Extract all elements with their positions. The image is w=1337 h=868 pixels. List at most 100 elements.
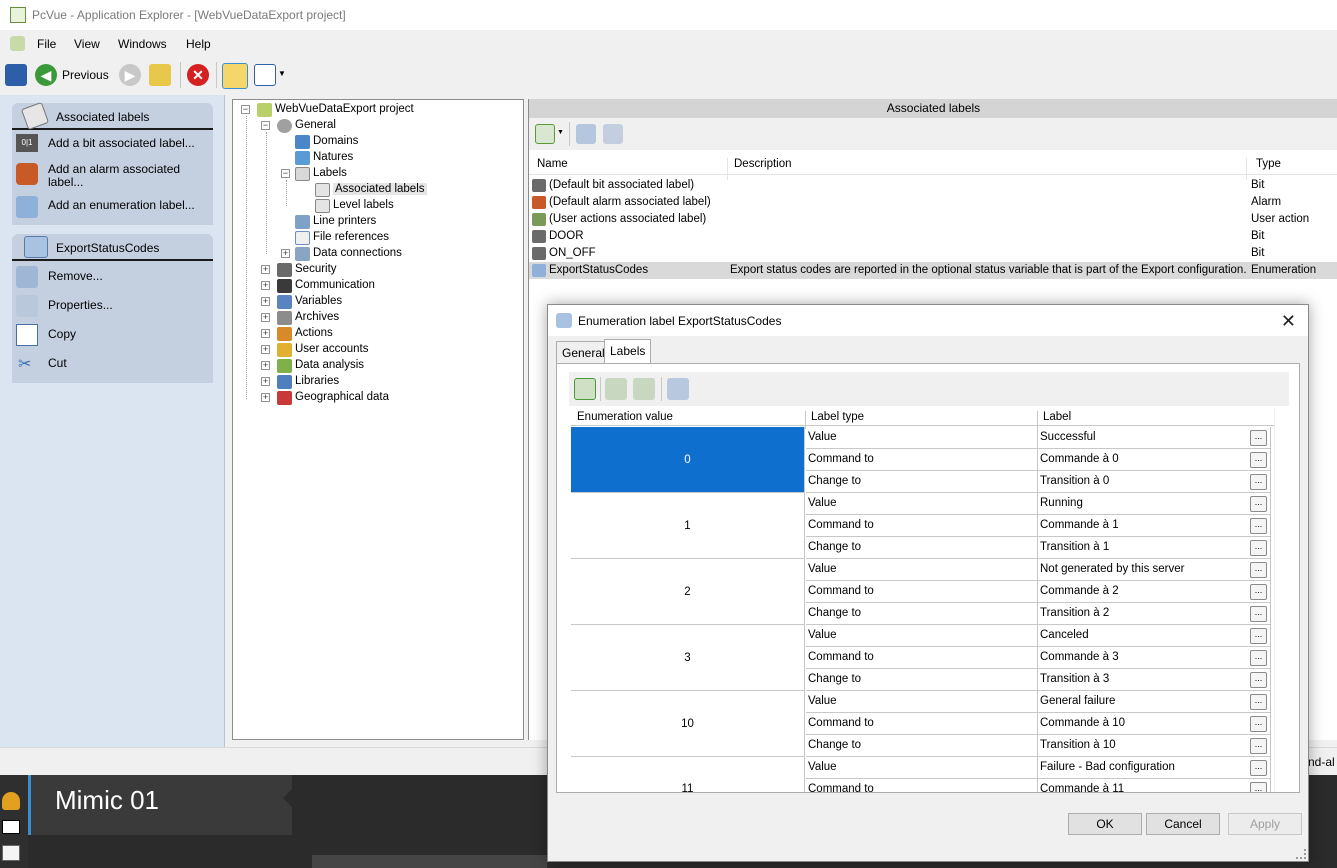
list-row-selected[interactable]: ExportStatusCodes Export status codes ar… [529,262,1337,279]
label-type-cell[interactable]: Value [806,559,1038,581]
add-label-icon[interactable] [535,124,555,144]
add-alarm-label-action[interactable]: Add an alarm associated label... [14,163,210,189]
ellipsis-button[interactable]: ... [1250,672,1267,688]
label-cell[interactable]: Commande à 2... [1038,581,1271,603]
label-cell[interactable]: Transition à 0... [1038,471,1271,493]
back-arrow-icon[interactable]: ◀ [35,64,57,86]
ellipsis-button[interactable]: ... [1250,782,1267,792]
ellipsis-button[interactable]: ... [1250,430,1267,446]
ellipsis-button[interactable]: ... [1250,540,1267,556]
mimic-tab[interactable]: Mimic 01 [28,775,292,835]
label-cell[interactable]: Commande à 3... [1038,647,1271,669]
expand-toggle[interactable]: + [261,329,270,338]
label-type-cell[interactable]: Value [806,691,1038,713]
action-group-1-header[interactable]: Associated labels [12,101,213,131]
label-cell[interactable]: Failure - Bad configuration... [1038,757,1271,779]
forward-arrow-icon[interactable]: ▶ [119,64,141,86]
ellipsis-button[interactable]: ... [1250,562,1267,578]
label-type-cell[interactable]: Value [806,427,1038,449]
ellipsis-button[interactable]: ... [1250,716,1267,732]
column-description[interactable]: Description [734,158,792,170]
label-type-cell[interactable]: Change to [806,735,1038,757]
view-mode-dropdown-icon[interactable]: ▼ [278,69,286,78]
add-enumeration-label-action[interactable]: Add an enumeration label... [14,196,210,218]
tab-labels[interactable]: Labels [604,339,652,365]
folders-icon[interactable] [222,63,248,89]
expand-toggle[interactable]: + [261,297,270,306]
enumeration-value-cell[interactable]: 2 [571,559,805,625]
label-type-cell[interactable]: Command to [806,449,1038,471]
label-type-cell[interactable]: Change to [806,669,1038,691]
label-cell[interactable]: Transition à 1... [1038,537,1271,559]
label-cell[interactable]: General failure... [1038,691,1271,713]
ellipsis-button[interactable]: ... [1250,694,1267,710]
properties-action[interactable]: Properties... [14,295,210,317]
move-up-icon[interactable] [605,378,627,400]
column-name[interactable]: Name [537,158,568,170]
save-icon[interactable] [5,64,27,86]
apply-button[interactable]: Apply [1228,813,1302,835]
grid-vertical-scrollbar[interactable]: ▲ ▼ [1274,408,1275,792]
menu-file[interactable]: File [37,37,56,51]
grid-column-enumeration-value[interactable]: Enumeration value [577,411,673,423]
list-row[interactable]: ON_OFF Bit [529,245,1337,262]
enumeration-value-cell[interactable]: 11 [571,757,805,792]
add-enumeration-value-icon[interactable] [574,378,596,400]
expand-toggle[interactable]: + [261,313,270,322]
label-type-cell[interactable]: Command to [806,713,1038,735]
label-cell[interactable]: Canceled... [1038,625,1271,647]
label-type-cell[interactable]: Value [806,757,1038,779]
column-type[interactable]: Type [1256,158,1281,170]
label-type-cell[interactable]: Command to [806,515,1038,537]
label-type-cell[interactable]: Change to [806,603,1038,625]
menu-windows[interactable]: Windows [118,37,167,51]
expand-toggle[interactable]: + [261,265,270,274]
enumeration-value-cell[interactable]: 1 [571,493,805,559]
add-bit-label-action[interactable]: 0|1 Add a bit associated label... [14,134,210,153]
ellipsis-button[interactable]: ... [1250,628,1267,644]
expand-toggle[interactable]: + [261,361,270,370]
add-dropdown-icon[interactable]: ▼ [557,129,564,136]
copy-action[interactable]: Copy [14,324,210,346]
list-row[interactable]: DOOR Bit [529,228,1337,245]
label-cell[interactable]: Transition à 3... [1038,669,1271,691]
label-cell[interactable]: Transition à 2... [1038,603,1271,625]
label-cell[interactable]: Commande à 1... [1038,515,1271,537]
label-type-cell[interactable]: Command to [806,779,1038,792]
resize-grip-icon[interactable] [1296,849,1306,859]
ellipsis-button[interactable]: ... [1250,474,1267,490]
grid-column-label-type[interactable]: Label type [811,411,864,423]
grid-column-label[interactable]: Label [1043,411,1071,423]
collapse-toggle[interactable]: − [281,169,290,178]
cancel-button[interactable]: Cancel [1146,813,1220,835]
menu-view[interactable]: View [74,37,100,51]
label-cell[interactable]: Commande à 10... [1038,713,1271,735]
label-type-cell[interactable]: Change to [806,471,1038,493]
collapse-toggle[interactable]: − [261,121,270,130]
list-row[interactable]: (Default alarm associated label) Alarm [529,194,1337,211]
ellipsis-button[interactable]: ... [1250,518,1267,534]
expand-toggle[interactable]: + [261,377,270,386]
ellipsis-button[interactable]: ... [1250,606,1267,622]
label-type-cell[interactable]: Command to [806,647,1038,669]
enumeration-value-cell-selected[interactable]: 0 [571,427,805,493]
ellipsis-button[interactable]: ... [1250,584,1267,600]
enumeration-value-cell[interactable]: 10 [571,691,805,757]
ellipsis-button[interactable]: ... [1250,452,1267,468]
label-type-cell[interactable]: Value [806,493,1038,515]
previous-button-label[interactable]: Previous [62,68,109,82]
remove-label-icon[interactable] [576,124,596,144]
label-cell[interactable]: Successful... [1038,427,1271,449]
label-type-cell[interactable]: Value [806,625,1038,647]
remove-enumeration-value-icon[interactable] [667,378,689,400]
expand-toggle[interactable]: + [261,393,270,402]
expand-toggle[interactable]: + [261,345,270,354]
ellipsis-button[interactable]: ... [1250,760,1267,776]
label-cell[interactable]: Commande à 11... [1038,779,1271,792]
label-cell[interactable]: Running... [1038,493,1271,515]
remove-action[interactable]: Remove... [14,266,210,288]
ok-button[interactable]: OK [1068,813,1142,835]
cut-action[interactable]: ✂ Cut [14,356,210,373]
chart-icon[interactable] [2,845,20,861]
close-icon[interactable]: ✕ [1281,311,1296,332]
